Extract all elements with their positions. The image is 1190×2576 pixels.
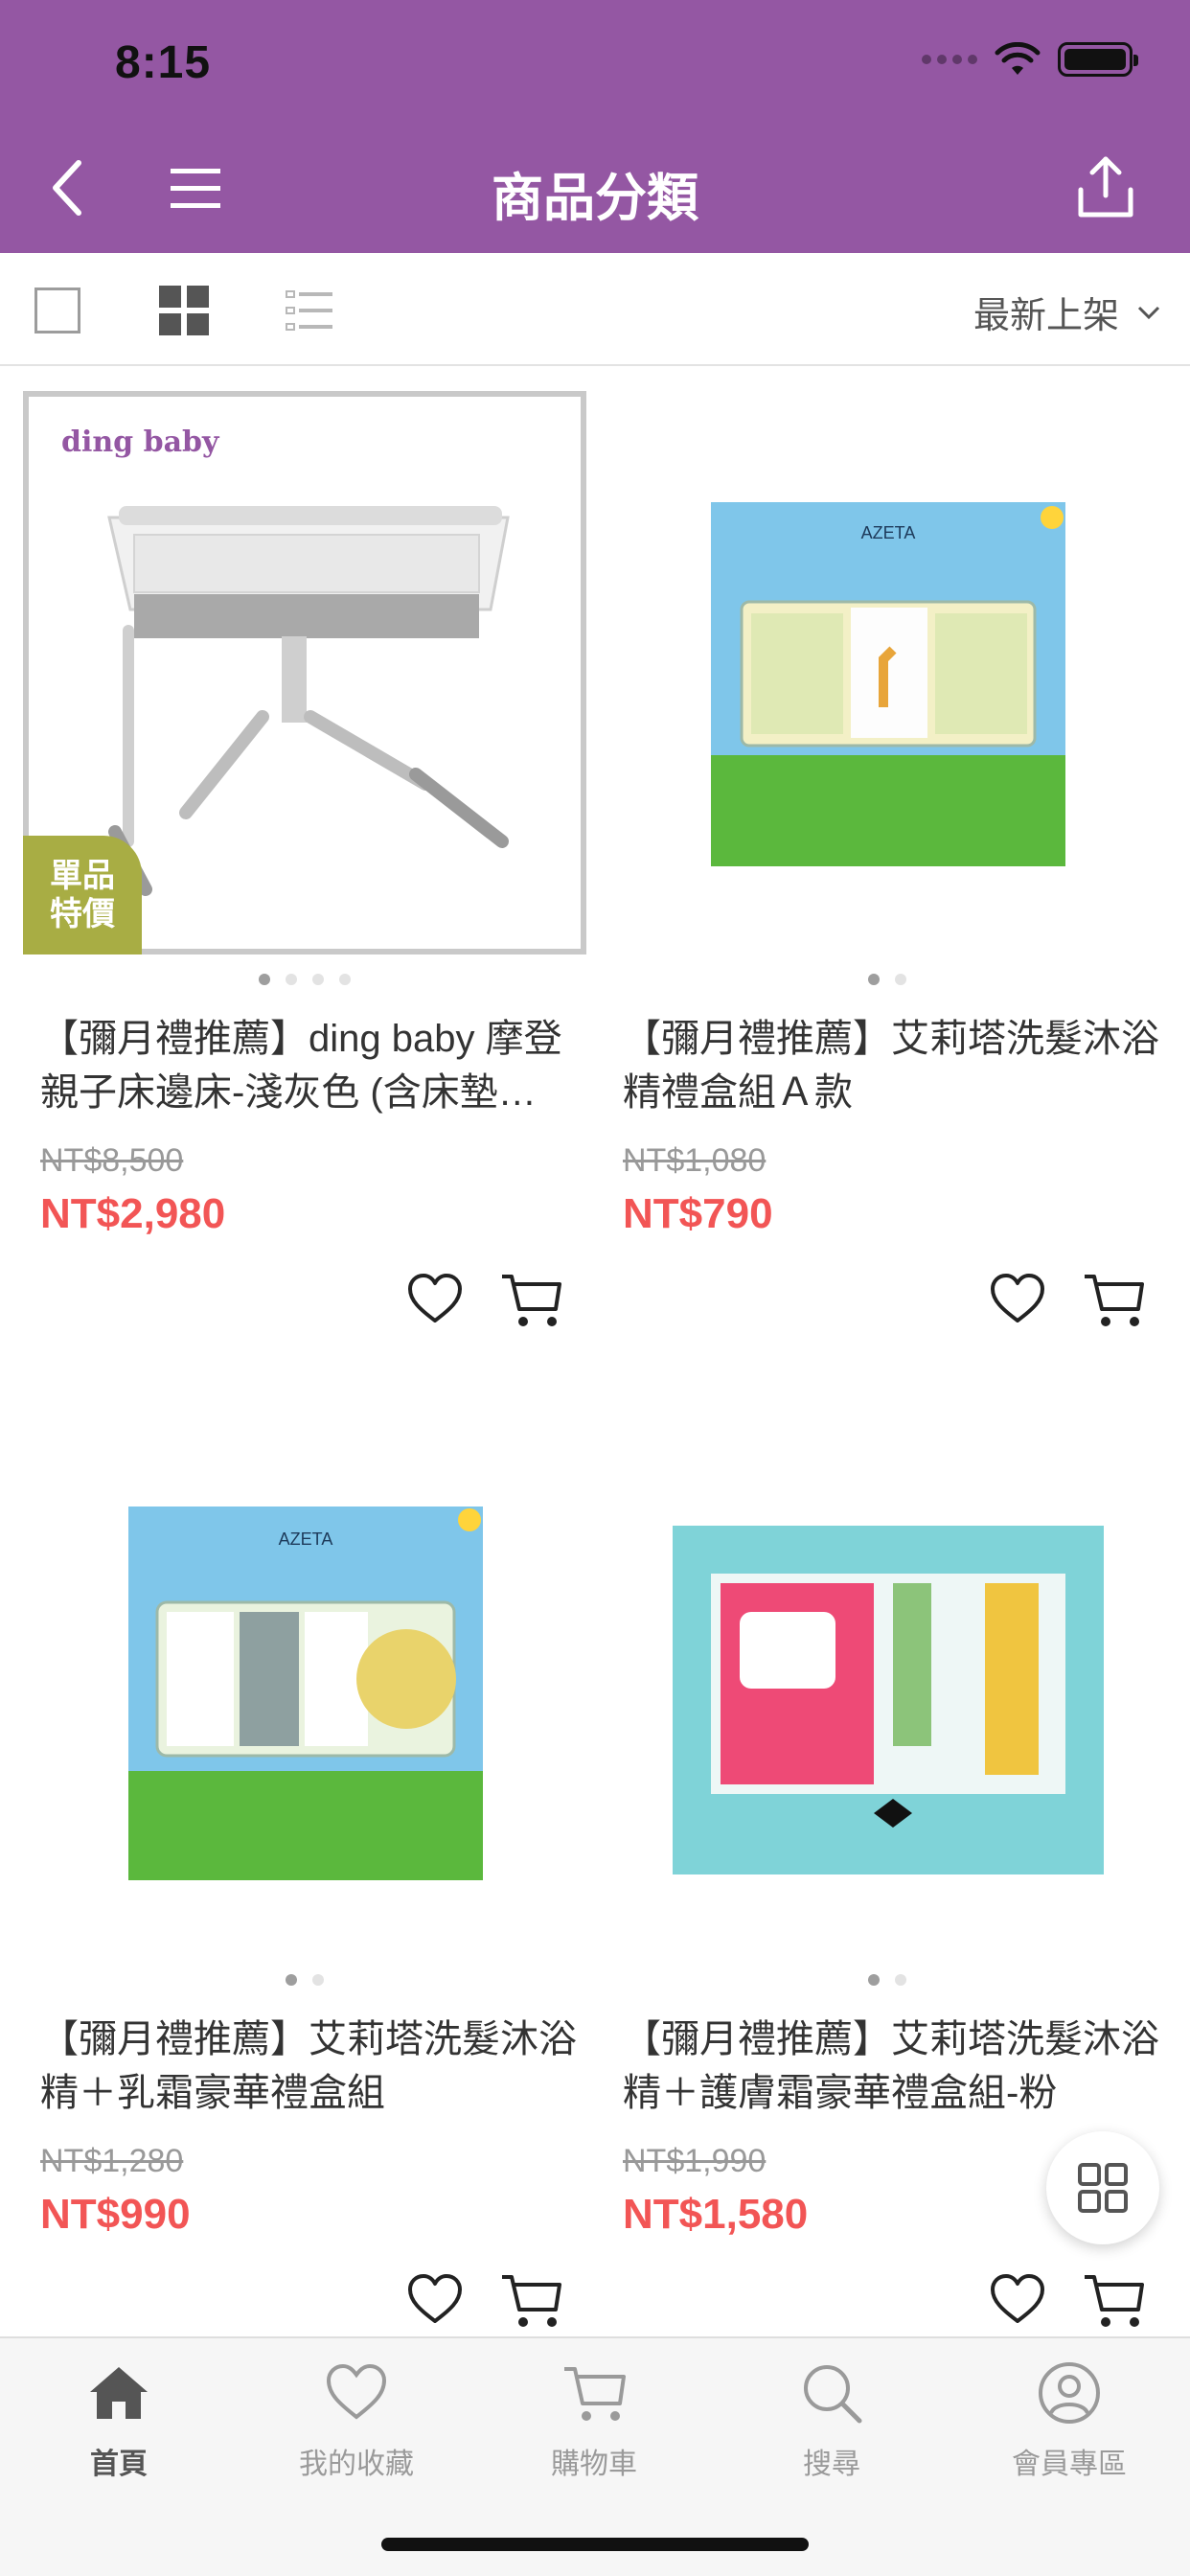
sale-price: NT$790 [623,1190,773,1237]
user-icon [1039,2362,1100,2424]
share-icon[interactable] [1075,153,1136,220]
add-to-cart-icon[interactable] [1083,1271,1146,1330]
add-to-cart-icon[interactable] [500,1271,563,1330]
view-toolbar: 最新上架 [0,253,1190,366]
image-pagination [606,1974,1169,1986]
heart-icon [326,2363,387,2420]
heart-icon[interactable] [406,1271,464,1328]
tab-favorites[interactable]: 我的收藏 [238,2359,475,2482]
special-price-badge: 單品 特價 [23,836,142,954]
cart-icon [564,2367,626,2421]
single-view-button[interactable] [34,288,80,334]
product-title[interactable]: 【彌月禮推薦】ding baby 摩登親子床邊床-淺灰色 (含床墊… [40,1012,596,1119]
sale-price: NT$990 [40,2191,191,2238]
page-title: 商品分類 [492,170,698,227]
heart-icon[interactable] [989,1271,1046,1328]
svg-text:AZETA: AZETA [861,523,916,542]
product-title[interactable]: 【彌月禮推薦】艾莉塔洗髮沐浴精＋護膚霜豪華禮盒組-粉 [623,2012,1179,2120]
heart-icon[interactable] [989,2271,1046,2329]
product-image-giftbox-a[interactable]: AZETA [606,391,1169,954]
sort-dropdown[interactable]: 最新上架 [973,286,1161,338]
chevron-down-icon [1137,306,1160,319]
original-price: NT$1,080 [623,1142,767,1179]
battery-icon [1058,42,1138,77]
original-price: NT$1,990 [623,2143,767,2179]
svg-text:AZETA: AZETA [279,1530,333,1549]
wifi-icon [995,42,1041,75]
image-pagination [23,974,586,985]
status-time: 8:15 [115,37,212,88]
sale-price: NT$1,580 [623,2191,809,2238]
product-image-giftbox-pink[interactable] [606,1392,1169,1955]
add-to-cart-icon[interactable] [500,2271,563,2331]
signal-icon [922,55,977,64]
category-grid-button[interactable] [1046,2131,1159,2244]
add-to-cart-icon[interactable] [1083,2271,1146,2331]
product-brand-logo: ding baby [61,426,219,459]
status-indicators [922,42,1138,77]
original-price: NT$8,500 [40,1142,184,1179]
image-pagination [23,1974,586,1986]
home-indicator [381,2538,809,2551]
tab-cart[interactable]: 購物車 [475,2359,713,2482]
sort-label: 最新上架 [973,296,1119,336]
list-view-button[interactable] [286,289,333,332]
sale-price: NT$2,980 [40,1190,226,1237]
app-header: 8:15 商品分類 [0,0,1190,253]
original-price: NT$1,280 [40,2143,184,2179]
product-title[interactable]: 【彌月禮推薦】艾莉塔洗髮沐浴精禮盒組Ａ款 [623,1012,1179,1119]
image-pagination [606,974,1169,985]
tab-home[interactable]: 首頁 [0,2359,238,2482]
tab-search[interactable]: 搜尋 [713,2359,950,2482]
product-image-giftbox-cream[interactable]: AZETA [23,1392,586,1955]
search-icon [804,2365,862,2424]
home-icon [90,2367,148,2419]
grid-icon [1078,2163,1128,2213]
tab-member[interactable]: 會員專區 [950,2359,1188,2482]
heart-icon[interactable] [406,2271,464,2329]
product-title[interactable]: 【彌月禮推薦】艾莉塔洗髮沐浴精＋乳霜豪華禮盒組 [40,2012,596,2120]
grid-view-button[interactable] [159,286,209,335]
